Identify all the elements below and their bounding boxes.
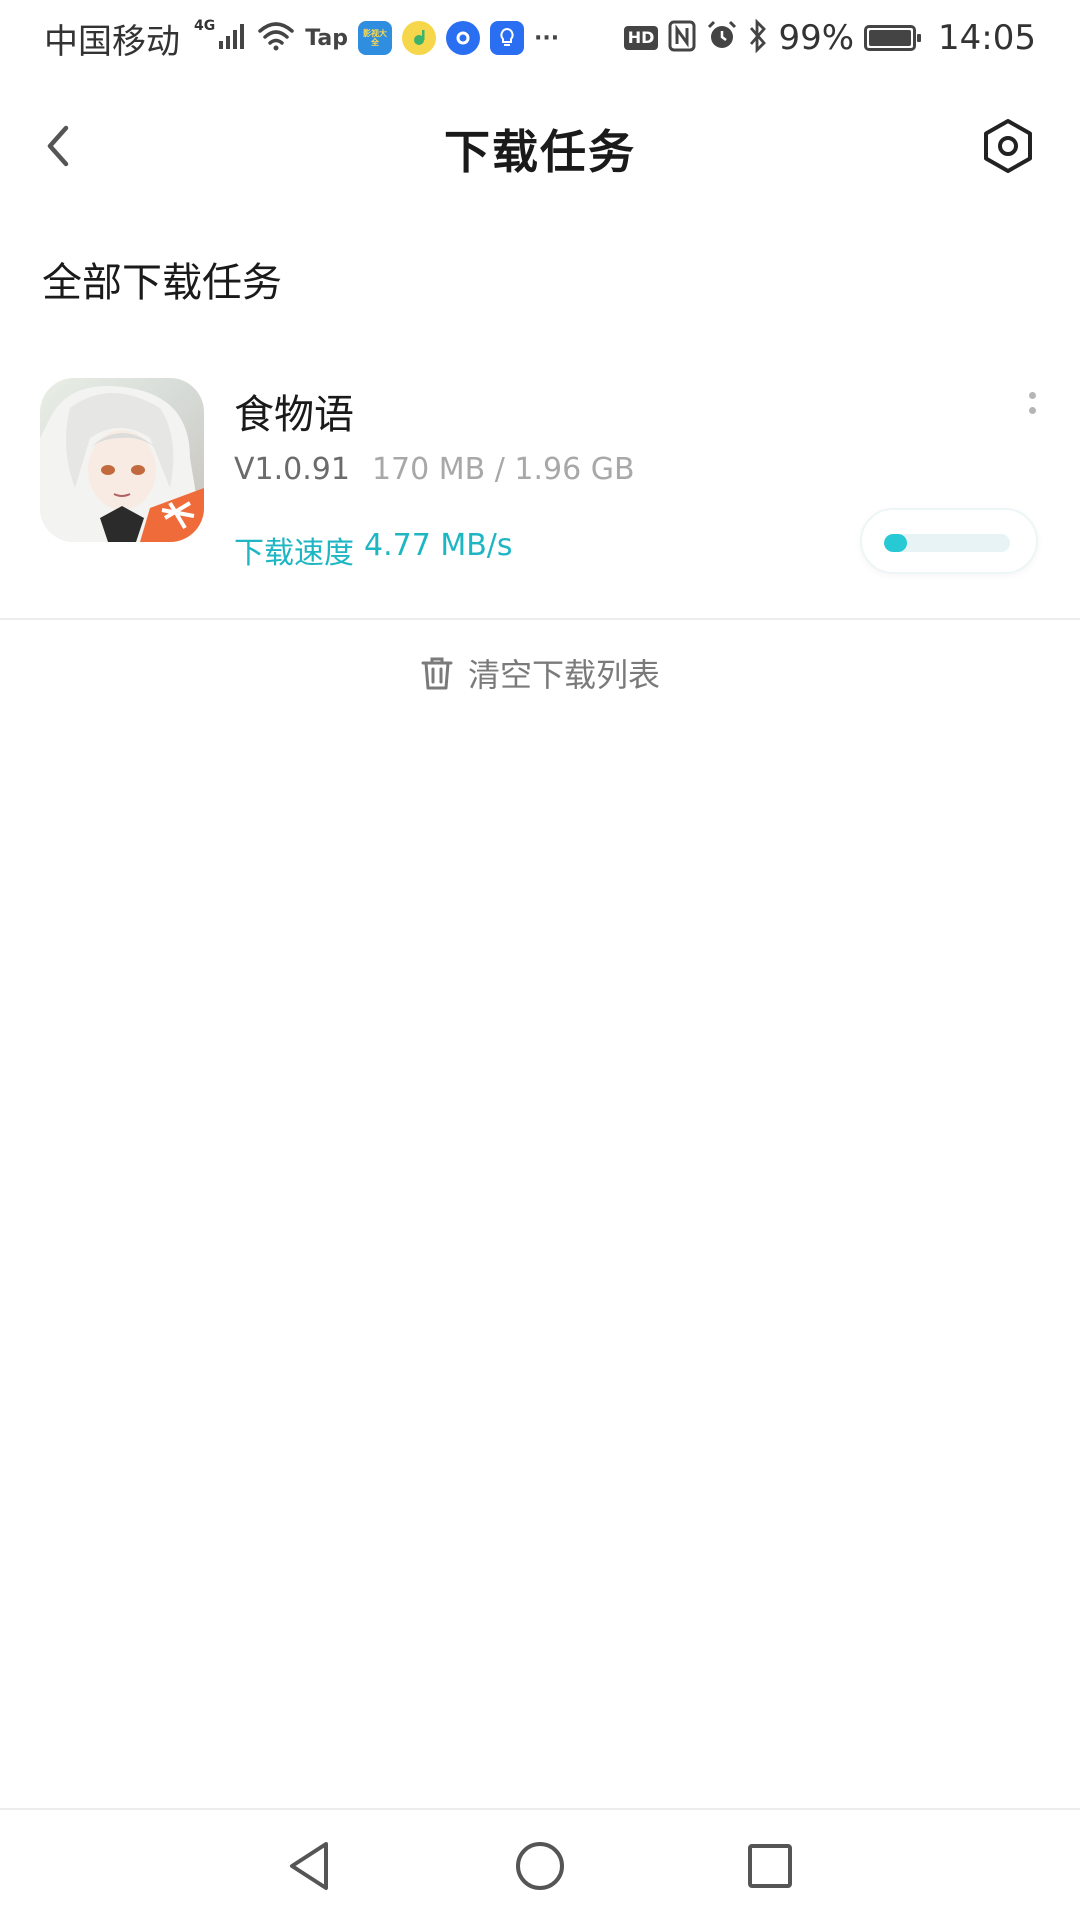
hexagon-settings-icon [984, 119, 1032, 173]
title-bar: 下载任务 [0, 90, 1080, 200]
alarm-icon [706, 20, 738, 56]
signal-icon [217, 21, 247, 55]
status-bar-right: HD 99% 14:05 [623, 18, 1036, 58]
pause-resume-progress-button[interactable] [860, 508, 1038, 574]
progress-track [884, 534, 1010, 552]
more-notifications-icon: ··· [534, 25, 560, 51]
more-options-button[interactable] [1022, 392, 1042, 432]
bluetooth-icon [748, 18, 768, 57]
download-speed: 下载速度 4.77 MB/s [234, 528, 513, 572]
settings-button[interactable] [978, 116, 1038, 176]
trash-icon [421, 657, 453, 690]
nav-recents-button[interactable] [740, 1836, 800, 1896]
hd-badge: HD [623, 26, 659, 50]
wifi-icon [257, 20, 295, 56]
bulb-app-icon [490, 21, 524, 55]
clear-list-label: 清空下载列表 [467, 656, 660, 694]
battery-fill [869, 30, 911, 46]
clock: 14:05 [938, 18, 1036, 58]
speed-value: 4.77 MB/s [364, 528, 513, 563]
circle-home-icon [516, 1842, 564, 1890]
version-label: V1.0.91 [234, 452, 350, 487]
divider [0, 618, 1080, 620]
music-app-icon [402, 21, 436, 55]
carrier-name: 中国移动 [44, 21, 180, 62]
video-app-icon: 影视大全 [358, 21, 392, 55]
nav-back-button[interactable] [280, 1836, 340, 1896]
section-title: 全部下载任务 [42, 260, 282, 306]
square-recents-icon [748, 1844, 792, 1888]
nav-home-button[interactable] [510, 1836, 570, 1896]
vertical-dots-icon [1022, 392, 1042, 414]
video-app-label: 影视大全 [363, 29, 387, 47]
battery-icon [864, 25, 922, 51]
status-bar: 中国移动 4G Tap 影视大全 ··· HD 99% 14:05 [0, 0, 1080, 76]
system-navigation-bar [0, 1808, 1080, 1920]
clear-list-button[interactable]: 清空下载列表 [0, 650, 1080, 696]
network-type: 4G [194, 18, 216, 34]
game-icon [40, 378, 204, 542]
triangle-back-icon [290, 1842, 328, 1890]
download-item[interactable]: 食物语 V1.0.91 170 MB / 1.96 GB 下载速度 4.77 M… [0, 370, 1080, 620]
size-progress-label: 170 MB / 1.96 GB [371, 452, 635, 487]
speed-label: 下载速度 [234, 536, 354, 571]
status-bar-left: 中国移动 4G Tap 影视大全 ··· [44, 14, 559, 63]
browser-app-icon [446, 21, 480, 55]
nfc-icon [668, 20, 696, 56]
tap-app-icon: Tap [305, 25, 348, 51]
page-title: 下载任务 [444, 125, 636, 179]
download-tasks-page: 中国移动 4G Tap 影视大全 ··· HD 99% 14:05 下载任务 全… [0, 0, 1080, 1920]
progress-fill [884, 534, 907, 552]
download-meta: V1.0.91 170 MB / 1.96 GB [234, 452, 635, 487]
battery-percent: 99% [778, 18, 855, 58]
game-name: 食物语 [234, 392, 354, 438]
